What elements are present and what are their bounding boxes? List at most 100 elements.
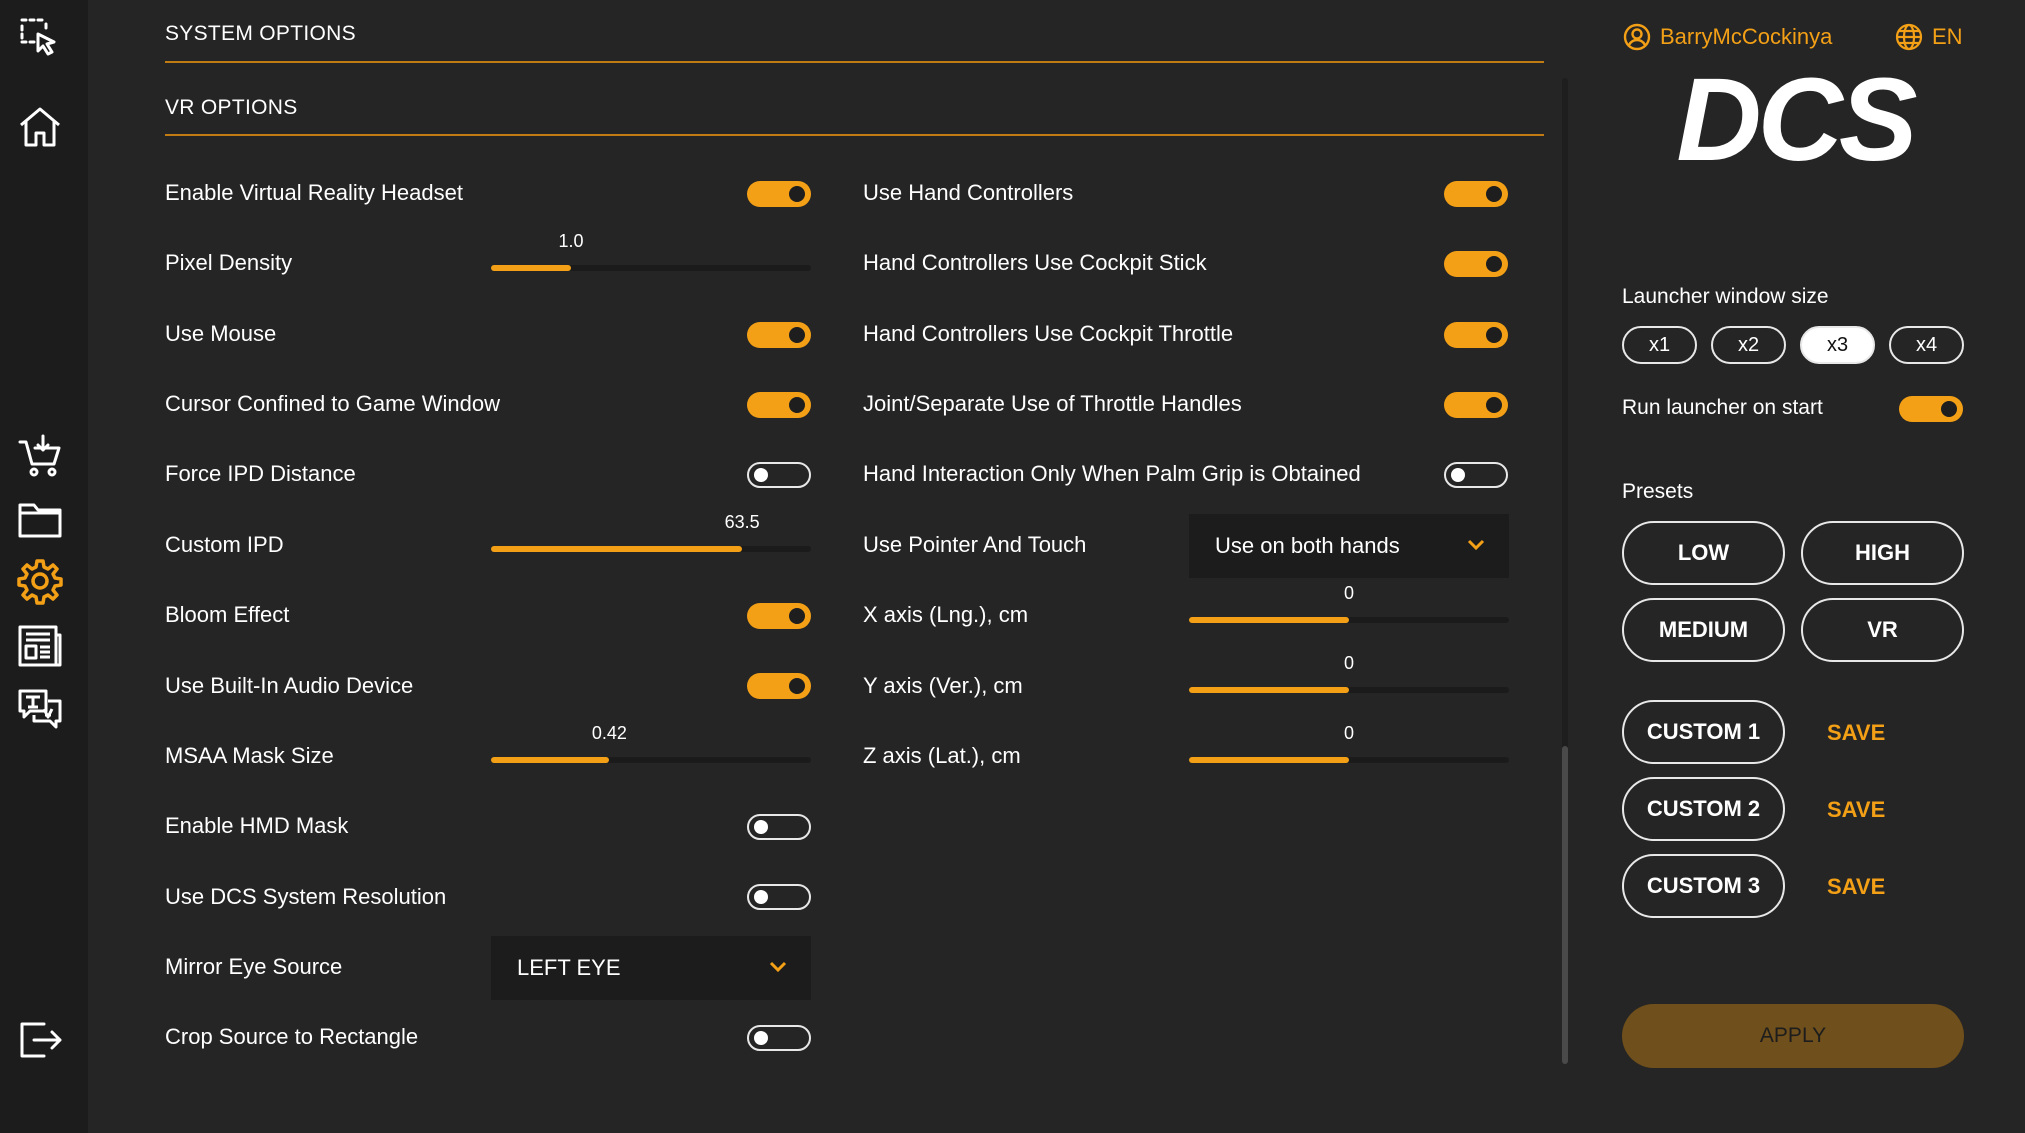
launcher-panel: BarryMcCockinya EN DCS Launcher window s… — [1568, 0, 2025, 1133]
hmd-mask-label: Enable HMD Mask — [165, 813, 349, 838]
dcs-logo: DCS — [1676, 70, 1920, 170]
crop-source-label: Crop Source to Rectangle — [165, 1024, 419, 1049]
hand-controllers-toggle[interactable] — [1444, 181, 1508, 207]
size-x4-button[interactable]: x4 — [1889, 326, 1964, 364]
chat-translate-icon[interactable] — [14, 683, 66, 735]
folder-icon[interactable] — [14, 493, 66, 545]
builtin-audio-toggle[interactable] — [747, 673, 811, 699]
settings-main: SYSTEM OPTIONS VR OPTIONS Enable Virtual… — [88, 0, 1568, 1133]
pointer-touch-value: Use on both hands — [1215, 533, 1400, 558]
mirror-eye-label: Mirror Eye Source — [165, 954, 343, 979]
logout-icon[interactable] — [14, 1014, 66, 1066]
slider-fill — [1189, 757, 1349, 763]
builtin-audio-label: Use Built-In Audio Device — [165, 673, 414, 698]
x-axis-label: X axis (Lng.), cm — [863, 602, 1029, 627]
dcs-resolution-label: Use DCS System Resolution — [165, 884, 447, 909]
mirror-eye-value: LEFT EYE — [517, 955, 621, 980]
dcs-resolution-toggle[interactable] — [747, 884, 811, 910]
chevron-down-icon — [769, 961, 787, 973]
vr-options-header[interactable]: VR OPTIONS — [165, 96, 298, 120]
save-custom-2-button[interactable]: SAVE — [1827, 797, 1885, 823]
z-axis-label: Z axis (Lat.), cm — [863, 743, 1021, 768]
custom-3-button[interactable]: CUSTOM 3 — [1622, 854, 1785, 918]
pixel-density-label: Pixel Density — [165, 250, 293, 275]
save-custom-1-button[interactable]: SAVE — [1827, 720, 1885, 746]
throttle-handles-toggle[interactable] — [1444, 392, 1508, 418]
custom-2-button[interactable]: CUSTOM 2 — [1622, 777, 1785, 841]
use-mouse-toggle[interactable] — [747, 322, 811, 348]
pixel-density-slider[interactable]: 1.0 — [491, 231, 811, 271]
preset-vr-button[interactable]: VR — [1801, 598, 1964, 662]
slider-fill — [1189, 687, 1349, 693]
user-account[interactable]: BarryMcCockinya — [1622, 22, 1832, 52]
y-axis-value: 0 — [1343, 653, 1355, 673]
force-ipd-label: Force IPD Distance — [165, 461, 356, 486]
section-divider — [165, 61, 1544, 63]
force-ipd-toggle[interactable] — [747, 462, 811, 488]
size-x2-button[interactable]: x2 — [1711, 326, 1786, 364]
presets-label: Presets — [1622, 480, 1694, 503]
chevron-down-icon — [1467, 539, 1485, 551]
enable-vr-toggle[interactable] — [747, 181, 811, 207]
news-icon[interactable] — [14, 619, 66, 671]
bloom-label: Bloom Effect — [165, 602, 290, 627]
settings-icon[interactable] — [14, 555, 66, 607]
section-divider — [165, 134, 1544, 136]
custom-ipd-value: 63.5 — [724, 512, 760, 532]
svg-text:DCS: DCS — [1676, 70, 1916, 170]
msaa-mask-slider[interactable]: 0.42 — [491, 723, 811, 763]
cursor-confined-label: Cursor Confined to Game Window — [165, 391, 501, 416]
size-x1-button[interactable]: x1 — [1622, 326, 1697, 364]
enable-vr-label: Enable Virtual Reality Headset — [165, 180, 463, 205]
pointer-touch-label: Use Pointer And Touch — [863, 532, 1087, 557]
run-on-start-toggle[interactable] — [1899, 396, 1963, 422]
custom-1-button[interactable]: CUSTOM 1 — [1622, 700, 1785, 764]
y-axis-slider[interactable]: 0 — [1189, 653, 1509, 693]
preset-high-button[interactable]: HIGH — [1801, 521, 1964, 585]
hand-controllers-label: Use Hand Controllers — [863, 180, 1074, 205]
save-custom-3-button[interactable]: SAVE — [1827, 874, 1885, 900]
preset-low-button[interactable]: LOW — [1622, 521, 1785, 585]
mirror-eye-select[interactable]: LEFT EYE — [491, 936, 811, 1000]
cockpit-throttle-toggle[interactable] — [1444, 322, 1508, 348]
hmd-mask-toggle[interactable] — [747, 814, 811, 840]
cockpit-stick-label: Hand Controllers Use Cockpit Stick — [863, 250, 1207, 275]
y-axis-label: Y axis (Ver.), cm — [863, 673, 1023, 698]
slider-fill — [1189, 617, 1349, 623]
msaa-mask-label: MSAA Mask Size — [165, 743, 334, 768]
z-axis-value: 0 — [1343, 723, 1355, 743]
run-on-start-label: Run launcher on start — [1622, 396, 1823, 419]
username: BarryMcCockinya — [1660, 24, 1833, 49]
sidebar — [0, 0, 88, 1133]
download-cart-icon[interactable] — [14, 430, 66, 482]
pixel-density-value: 1.0 — [558, 231, 584, 251]
x-axis-slider[interactable]: 0 — [1189, 583, 1509, 623]
globe-icon — [1895, 23, 1923, 51]
z-axis-slider[interactable]: 0 — [1189, 723, 1509, 763]
cursor-confined-toggle[interactable] — [747, 392, 811, 418]
msaa-mask-value: 0.42 — [591, 723, 627, 743]
cockpit-throttle-label: Hand Controllers Use Cockpit Throttle — [863, 321, 1234, 346]
custom-ipd-slider[interactable]: 63.5 — [491, 512, 811, 552]
cockpit-stick-toggle[interactable] — [1444, 251, 1508, 277]
home-icon[interactable] — [14, 101, 66, 153]
user-icon — [1623, 23, 1651, 51]
x-axis-value: 0 — [1343, 583, 1355, 603]
select-area-icon[interactable] — [14, 12, 66, 64]
window-size-label: Launcher window size — [1622, 285, 1829, 308]
language-selector[interactable]: EN — [1894, 22, 1963, 52]
slider-fill — [491, 757, 610, 763]
pointer-touch-select[interactable]: Use on both hands — [1189, 514, 1509, 578]
preset-medium-button[interactable]: MEDIUM — [1622, 598, 1785, 662]
bloom-toggle[interactable] — [747, 603, 811, 629]
palm-grip-toggle[interactable] — [1444, 462, 1508, 488]
slider-fill — [491, 546, 743, 552]
throttle-handles-label: Joint/Separate Use of Throttle Handles — [863, 391, 1242, 416]
palm-grip-label: Hand Interaction Only When Palm Grip is … — [863, 461, 1361, 486]
system-options-header[interactable]: SYSTEM OPTIONS — [165, 22, 356, 46]
language-code: EN — [1932, 24, 1963, 49]
slider-fill — [491, 265, 571, 271]
size-x3-button[interactable]: x3 — [1800, 326, 1875, 364]
apply-button[interactable]: APPLY — [1622, 1004, 1964, 1068]
crop-source-toggle[interactable] — [747, 1025, 811, 1051]
